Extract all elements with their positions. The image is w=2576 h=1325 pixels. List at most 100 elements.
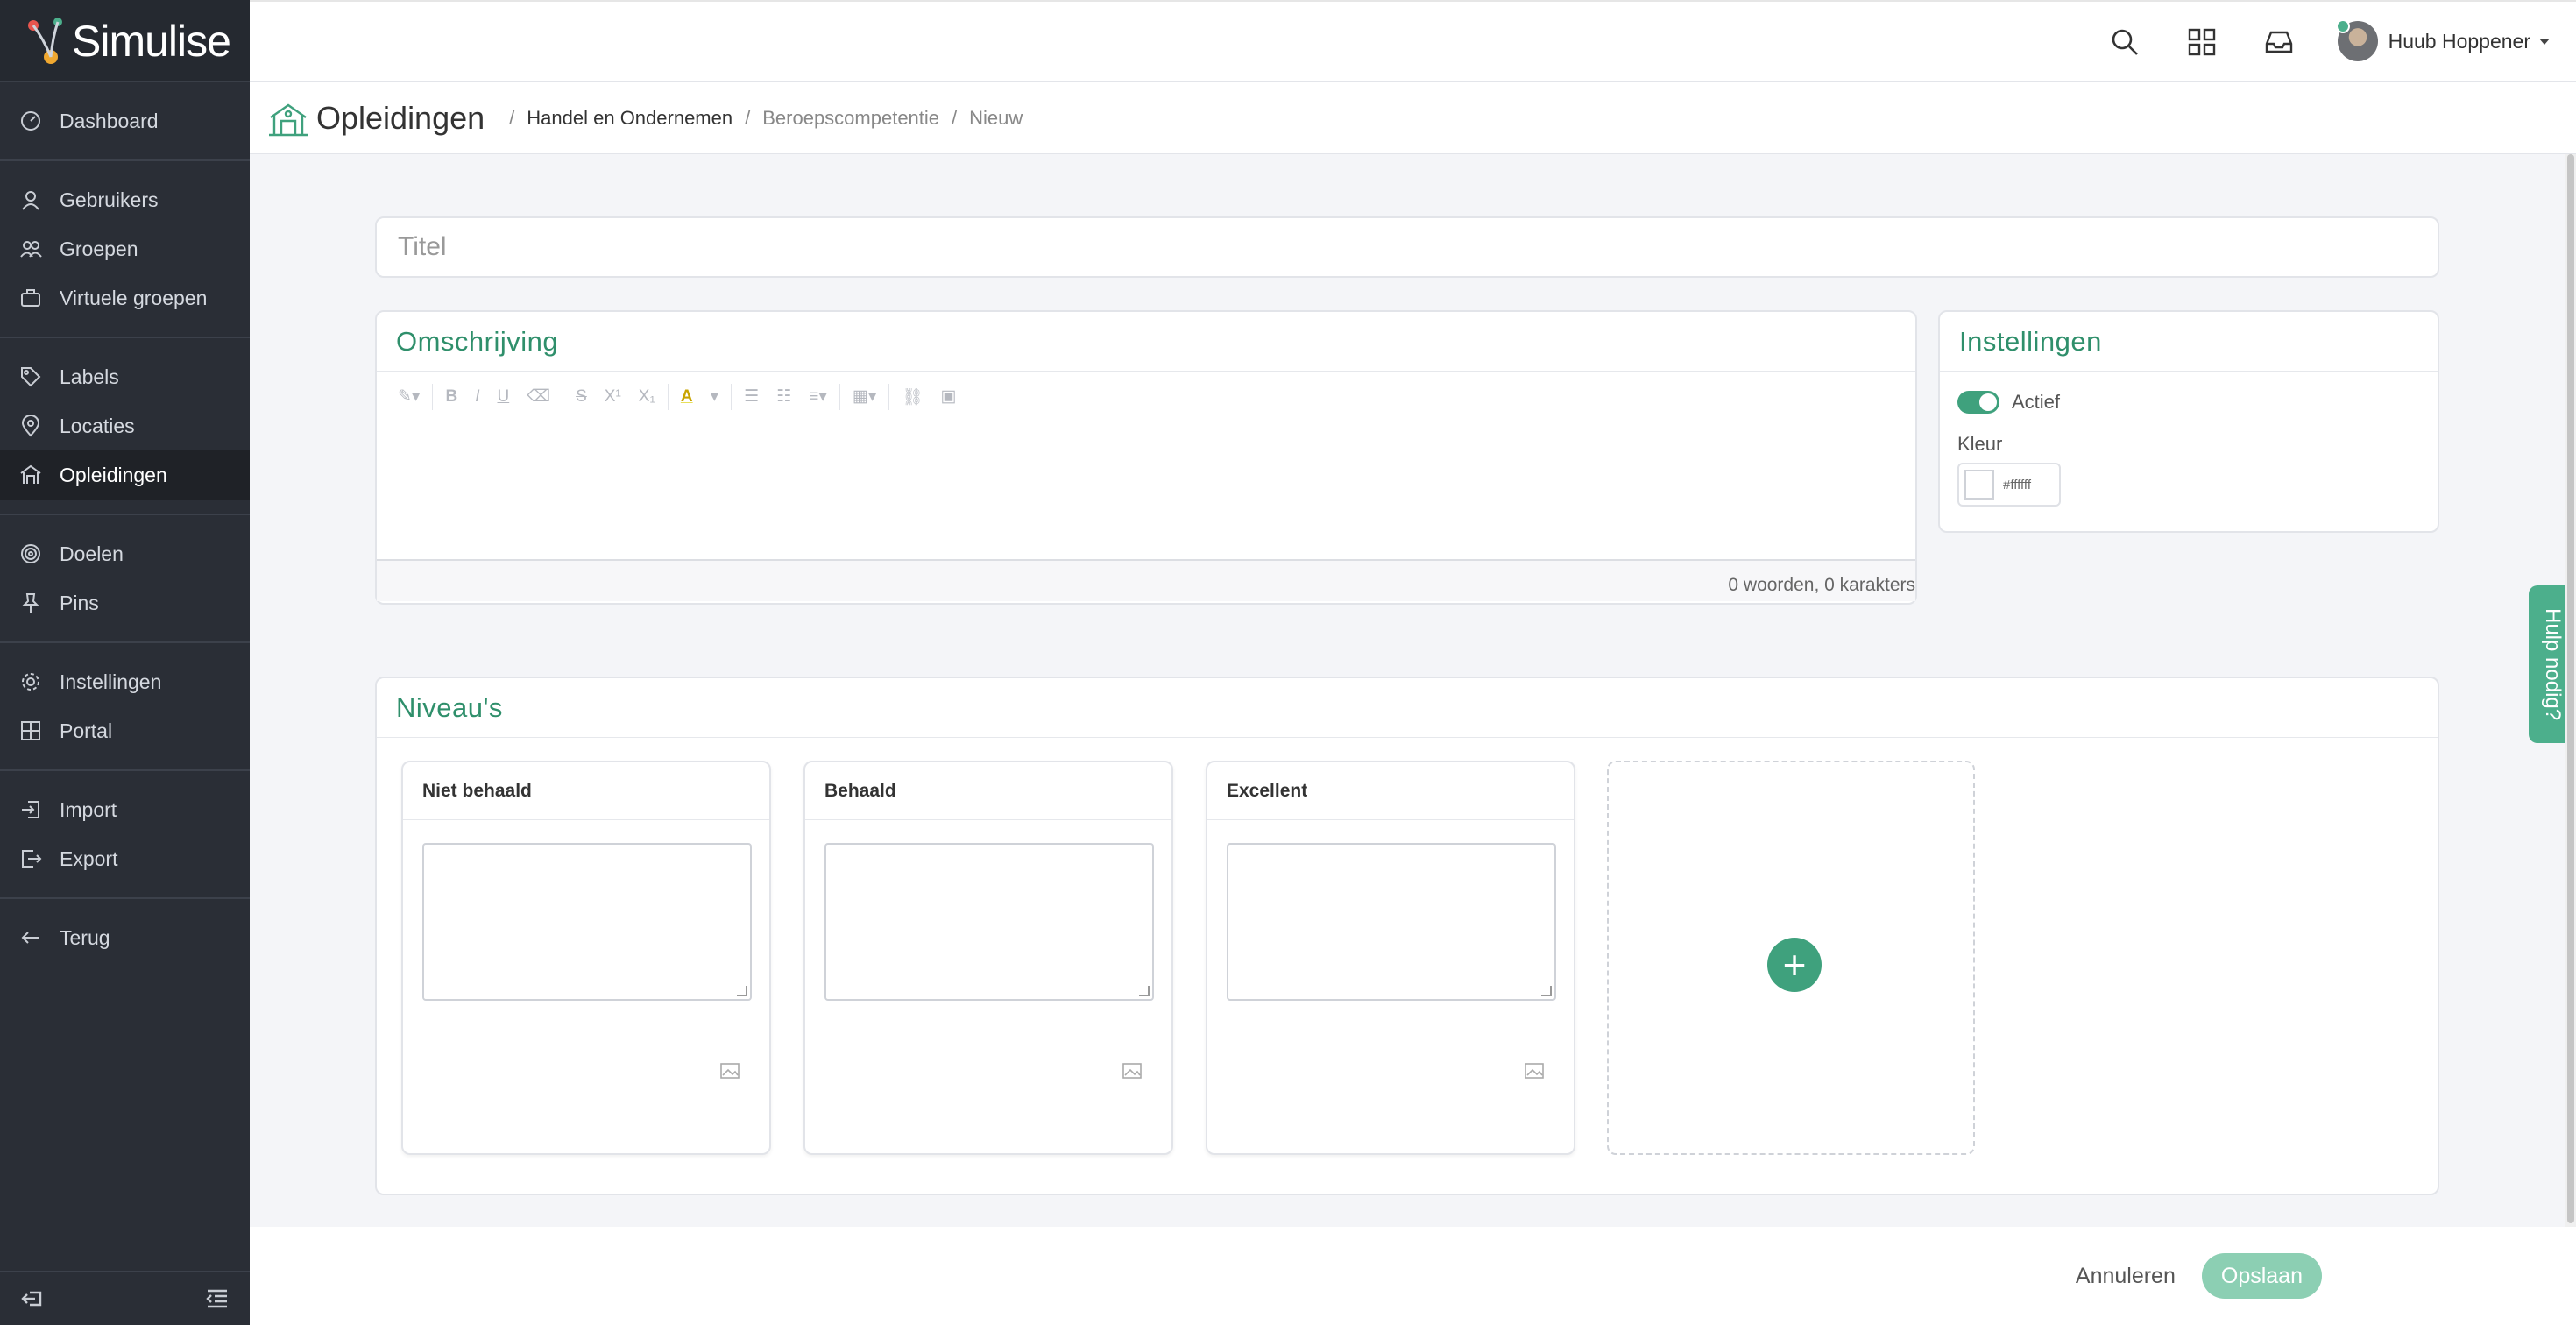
logo-mark-icon: [28, 17, 62, 64]
sidebar-item-label: Instellingen: [60, 670, 162, 693]
sidebar-item-labels[interactable]: Labels: [0, 352, 250, 401]
logout-icon[interactable]: [19, 1286, 46, 1312]
level-description-input[interactable]: [824, 843, 1154, 1001]
sidebar-item-label: Dashboard: [60, 109, 159, 132]
save-button[interactable]: Opslaan: [2201, 1253, 2322, 1299]
sidebar-item-virtuele-groepen[interactable]: Virtuele groepen: [0, 273, 250, 322]
sidebar-item-export[interactable]: Export: [0, 834, 250, 883]
strikethrough-icon[interactable]: S: [576, 387, 587, 407]
form-footer: Annuleren Opslaan: [250, 1227, 2576, 1325]
color-swatch[interactable]: [1964, 470, 1994, 500]
sidebar-nav: Dashboard Gebruikers Groepen Virtuele groep…: [0, 82, 250, 976]
image-upload-icon[interactable]: [720, 1063, 740, 1079]
briefcase-icon: [21, 289, 40, 307]
link-icon[interactable]: ⛓: [902, 386, 923, 407]
format-style-icon[interactable]: ✎▾: [398, 386, 420, 407]
sidebar: Simulise Dashboard Gebruikers Groepen Virtu…: [0, 0, 250, 1325]
page-title[interactable]: Opleidingen: [316, 100, 485, 137]
sidebar-item-label: Doelen: [60, 542, 124, 565]
subscript-icon[interactable]: X₁: [639, 387, 655, 407]
level-card: Excellent: [1206, 761, 1575, 1155]
table-icon[interactable]: ▦▾: [853, 386, 877, 407]
active-toggle[interactable]: [1957, 391, 1999, 414]
sidebar-group: Gebruikers Groepen Virtuele groepen: [0, 161, 250, 338]
sidebar-item-label: Export: [60, 847, 118, 870]
sidebar-item-label: Virtuele groepen: [60, 286, 208, 309]
breadcrumb-item-new: Nieuw: [969, 106, 1023, 129]
text-color-icon[interactable]: A: [681, 387, 693, 407]
level-title: Niet behaald: [403, 762, 769, 820]
description-heading: Omschrijving: [377, 312, 1915, 372]
pin-icon: [22, 593, 39, 613]
image-icon[interactable]: ▣: [941, 386, 957, 407]
search-icon[interactable]: [2109, 26, 2141, 58]
sidebar-group: Doelen Pins: [0, 515, 250, 643]
sidebar-group: Dashboard: [0, 82, 250, 161]
school-icon: [269, 103, 308, 136]
settings-panel: Instellingen Actief Kleur #ffffff: [1938, 310, 2439, 533]
sidebar-item-label: Groepen: [60, 237, 138, 260]
bullet-list-icon[interactable]: ☰: [744, 386, 759, 407]
school-icon: [20, 464, 41, 484]
collapse-sidebar-icon[interactable]: [204, 1286, 230, 1312]
chevron-down-icon[interactable]: ▾: [711, 386, 719, 407]
level-card: Behaald: [803, 761, 1173, 1155]
sidebar-item-label: Opleidingen: [60, 463, 167, 486]
tags-icon: [21, 367, 41, 387]
sidebar-item-opleidingen[interactable]: Opleidingen: [0, 450, 250, 500]
sidebar-group: Import Export: [0, 771, 250, 899]
superscript-icon[interactable]: X¹: [605, 387, 621, 407]
title-input[interactable]: Titel: [375, 216, 2439, 278]
sidebar-group: Instellingen Portal: [0, 643, 250, 771]
level-description-input[interactable]: [1227, 843, 1556, 1001]
sidebar-item-pins[interactable]: Pins: [0, 578, 250, 627]
eraser-icon[interactable]: ⌫: [527, 386, 550, 407]
bold-icon[interactable]: B: [445, 387, 457, 407]
active-row: Actief: [1940, 372, 2438, 414]
italic-icon[interactable]: I: [475, 387, 479, 407]
sidebar-item-groepen[interactable]: Groepen: [0, 224, 250, 273]
cancel-button[interactable]: Annuleren: [2076, 1264, 2176, 1289]
sidebar-item-instellingen[interactable]: Instellingen: [0, 657, 250, 706]
description-editor[interactable]: [377, 422, 1915, 561]
sidebar-item-label: Terug: [60, 925, 110, 949]
sidebar-item-label: Pins: [60, 591, 99, 614]
numbered-list-icon[interactable]: ☷: [776, 386, 791, 407]
top-bar: Huub Hoppener: [250, 0, 2576, 82]
sidebar-item-terug[interactable]: Terug: [0, 913, 250, 962]
level-description-input[interactable]: [422, 843, 752, 1001]
users-icon: [20, 241, 42, 258]
target-icon: [21, 544, 40, 563]
color-picker[interactable]: #ffffff: [1957, 463, 2061, 507]
scrollbar-thumb[interactable]: [2567, 154, 2574, 1223]
breadcrumb-item-competence[interactable]: Beroepscompetentie: [762, 107, 939, 130]
image-upload-icon[interactable]: [1122, 1063, 1142, 1079]
dashboard-icon: [21, 111, 40, 131]
grid-icon: [21, 721, 40, 740]
add-level-button[interactable]: +: [1767, 938, 1822, 992]
sidebar-item-gebruikers[interactable]: Gebruikers: [0, 175, 250, 224]
sidebar-item-doelen[interactable]: Doelen: [0, 529, 250, 578]
levels-heading: Niveau's: [377, 678, 2438, 738]
word-counter: 0 woorden, 0 karakters: [377, 561, 1915, 601]
user-menu[interactable]: Huub Hoppener: [2335, 19, 2550, 61]
title-placeholder: Titel: [398, 232, 447, 261]
image-upload-icon[interactable]: [1525, 1063, 1544, 1079]
sidebar-item-dashboard[interactable]: Dashboard: [0, 96, 250, 145]
sidebar-item-import[interactable]: Import: [0, 785, 250, 834]
apps-grid-icon[interactable]: [2186, 26, 2218, 58]
sidebar-item-portal[interactable]: Portal: [0, 706, 250, 755]
sidebar-item-label: Gebruikers: [60, 188, 159, 211]
level-card: Niet behaald: [401, 761, 771, 1155]
sidebar-item-locaties[interactable]: Locaties: [0, 401, 250, 450]
underline-icon[interactable]: U: [497, 387, 509, 407]
add-level-card[interactable]: +: [1607, 761, 1975, 1155]
align-icon[interactable]: ≡▾: [809, 386, 827, 407]
color-value[interactable]: #ffffff: [2003, 478, 2031, 492]
level-title: Excellent: [1207, 762, 1574, 820]
app-logo[interactable]: Simulise: [0, 0, 250, 82]
breadcrumb-item-course[interactable]: Handel en Ondernemen: [527, 107, 732, 130]
sidebar-group: Terug: [0, 899, 250, 976]
inbox-icon[interactable]: [2263, 26, 2295, 58]
plus-icon: +: [1782, 942, 1807, 988]
